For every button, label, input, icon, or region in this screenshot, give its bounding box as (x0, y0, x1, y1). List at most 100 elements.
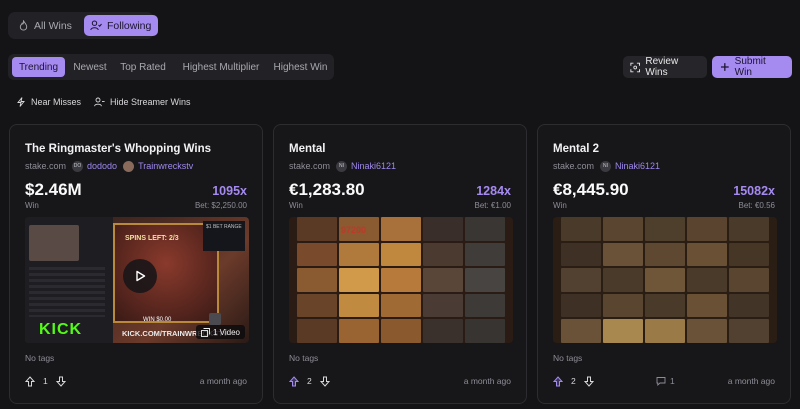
flame-icon (19, 20, 28, 31)
near-misses-filter[interactable]: Near Misses (16, 95, 81, 109)
review-wins-button[interactable]: Review Wins (623, 56, 707, 78)
tags-label: No tags (289, 353, 319, 363)
tab-trending[interactable]: Trending (12, 57, 65, 77)
streamer-avatar (123, 160, 135, 172)
win-card[interactable]: Mental stake.com NI Ninaki6121 €1,283.80… (273, 124, 527, 404)
site-label: stake.com (553, 161, 595, 171)
card-footer: 2 a month ago (289, 375, 511, 387)
submit-win-label: Submit Win (734, 56, 766, 78)
play-button[interactable] (123, 259, 157, 293)
score-text: 97200 (341, 225, 367, 235)
username: Ninaki6121 (615, 161, 661, 171)
all-wins-toggle[interactable]: All Wins (12, 15, 82, 36)
chat-overlay (29, 267, 105, 317)
downvote-icon[interactable] (583, 376, 594, 387)
downvote-icon[interactable] (319, 376, 330, 387)
win-card[interactable]: The Ringmaster's Whopping Wins stake.com… (9, 124, 263, 404)
hide-streamer-wins-filter[interactable]: Hide Streamer Wins (94, 95, 191, 109)
review-wins-label: Review Wins (645, 56, 679, 78)
vote-controls: 1 (25, 375, 66, 387)
vote-controls: 2 (289, 375, 330, 387)
win-screenshot-thumbnail[interactable]: 97200 (289, 217, 513, 343)
time-ago: a month ago (727, 376, 775, 386)
multiplier: 15082x (733, 184, 775, 198)
card-meta: stake.com NI Ninaki6121 (553, 159, 660, 173)
comment-count-label: 1 (670, 376, 675, 386)
view-toggle: All Wins Following (8, 12, 158, 39)
username: dododo (87, 161, 118, 171)
hide-streamer-wins-label: Hide Streamer Wins (110, 97, 191, 107)
downvote-icon[interactable] (55, 376, 66, 387)
win-label: Win (289, 201, 303, 210)
user-chip[interactable]: NI Ninaki6121 (336, 160, 396, 172)
card-footer: 1 a month ago (25, 375, 247, 387)
win-video-thumbnail[interactable]: SPINS LEFT: 2/3 WIN $0.00 $1 BET RANGE K… (25, 217, 249, 343)
win-label: Win (25, 201, 39, 210)
kick-logo: KICK (39, 321, 83, 338)
overlay-square (209, 313, 221, 325)
slot-reels-image (297, 217, 505, 343)
user-minus-icon (94, 97, 105, 107)
video-count-label: 1 Video (213, 327, 240, 337)
play-icon (136, 270, 146, 282)
near-misses-label: Near Misses (31, 97, 82, 107)
bet-amount: Bet: $2,250.00 (194, 201, 247, 210)
tags-label: No tags (25, 353, 55, 363)
tab-highest-win[interactable]: Highest Win (270, 57, 331, 77)
vote-count: 2 (307, 376, 312, 386)
time-ago: a month ago (199, 376, 247, 386)
win-card[interactable]: Mental 2 stake.com NI Ninaki6121 €8,445.… (537, 124, 791, 404)
avatar: DO (72, 160, 84, 172)
bet-amount: Bet: €1.00 (474, 201, 511, 210)
video-count-badge: 1 Video (196, 325, 245, 339)
vote-count: 1 (43, 376, 48, 386)
site-label: stake.com (25, 161, 67, 171)
comment-icon (656, 377, 666, 386)
tab-highest-multiplier[interactable]: Highest Multiplier (174, 57, 268, 77)
card-title[interactable]: Mental 2 (553, 143, 599, 155)
spins-left-text: SPINS LEFT: 2/3 (125, 235, 179, 242)
tab-newest[interactable]: Newest (68, 57, 112, 77)
following-label: Following (107, 19, 152, 32)
upvote-icon[interactable] (25, 375, 35, 387)
vote-controls: 2 (553, 375, 594, 387)
comments-count[interactable]: 1 (656, 376, 675, 386)
bet-amount: Bet: €0.56 (738, 201, 775, 210)
win-screenshot-thumbnail[interactable] (553, 217, 777, 343)
tags-label: No tags (553, 353, 583, 363)
webcam-image (29, 225, 79, 261)
submit-win-button[interactable]: Submit Win (712, 56, 792, 78)
vote-count: 2 (571, 376, 576, 386)
win-amount: €8,445.90 (553, 180, 629, 199)
copy-icon (201, 327, 210, 337)
win-amount: €1,283.80 (289, 180, 365, 199)
user-check-icon (90, 20, 102, 31)
following-toggle[interactable]: Following (84, 15, 158, 36)
user-chip[interactable]: DO dododo (72, 160, 118, 172)
scan-icon (630, 62, 641, 72)
card-meta: stake.com NI Ninaki6121 (289, 159, 396, 173)
avatar: NI (336, 160, 348, 172)
tab-top-rated[interactable]: Top Rated (115, 57, 171, 77)
card-title[interactable]: The Ringmaster's Whopping Wins (25, 143, 211, 155)
card-footer: 2 1 a month ago (553, 375, 775, 387)
slot-reels-image (561, 217, 769, 343)
card-title[interactable]: Mental (289, 143, 325, 155)
streamer-chip[interactable]: Trainwreckstv (123, 160, 194, 172)
lightning-icon (17, 97, 25, 107)
upvote-icon[interactable] (553, 375, 563, 387)
all-wins-label: All Wins (34, 19, 72, 32)
upvote-icon[interactable] (289, 375, 299, 387)
win-amount: $2.46M (25, 180, 82, 199)
plus-icon (720, 63, 729, 71)
site-label: stake.com (289, 161, 331, 171)
win-label: Win (553, 201, 567, 210)
avatar: NI (600, 160, 612, 172)
card-meta: stake.com DO dododo Trainwreckstv (25, 159, 193, 173)
bet-range-badge: $1 BET RANGE (203, 221, 245, 251)
multiplier: 1095x (212, 184, 247, 198)
user-chip[interactable]: NI Ninaki6121 (600, 160, 661, 172)
win-strip-text: WIN $0.00 (143, 317, 172, 323)
sort-tabs: Trending Newest Top Rated Highest Multip… (8, 54, 334, 80)
streamer-name: Trainwreckstv (138, 161, 194, 171)
